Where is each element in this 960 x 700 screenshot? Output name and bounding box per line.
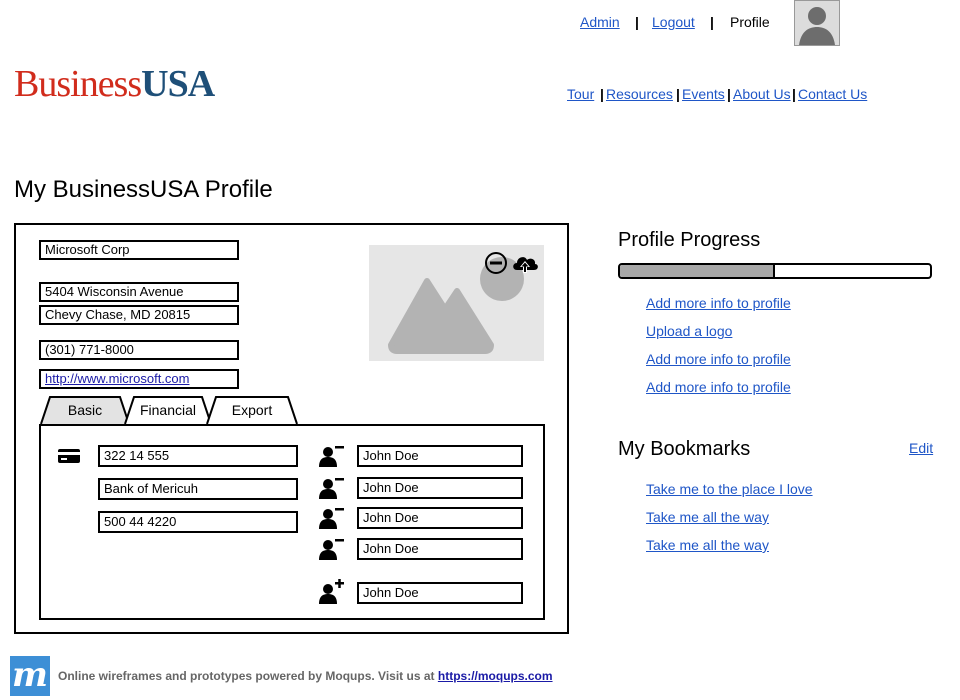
tab-export-label: Export [231,402,273,418]
bookmark-link-1[interactable]: Take me to the place I love [646,481,813,497]
nav-separator: | [710,14,714,30]
bookmarks-edit-link[interactable]: Edit [909,440,933,456]
upload-logo-link[interactable]: Upload a logo [646,323,732,339]
new-contact-field[interactable]: John Doe [357,582,523,604]
menu-contact-us[interactable]: Contact Us [798,86,867,102]
menu-resources[interactable]: Resources [606,86,673,102]
remove-user-icon[interactable] [318,444,346,468]
profile-progress-bar [618,263,932,279]
website-link[interactable]: http://www.microsoft.com [45,371,189,386]
phone-field[interactable]: (301) 771-8000 [39,340,239,360]
company-name-field[interactable]: Microsoft Corp [39,240,239,260]
tab-financial-label: Financial [139,402,197,418]
progress-link-4[interactable]: Add more info to profile [646,379,791,395]
bookmarks-title: My Bookmarks [618,438,751,460]
nav-separator: | [635,14,639,30]
menu-tour[interactable]: Tour [567,86,594,102]
progress-bar-fill [620,265,775,277]
moqups-footer: m Online wireframes and prototypes power… [0,656,960,696]
user-avatar-icon[interactable] [794,0,840,46]
remove-user-icon[interactable] [318,506,346,530]
logout-link[interactable]: Logout [652,14,695,30]
moqups-logo[interactable]: m [10,656,50,696]
upload-cloud-icon[interactable] [511,252,539,274]
progress-link-3[interactable]: Add more info to profile [646,351,791,367]
remove-user-icon[interactable] [318,537,346,561]
tab-basic[interactable]: Basic [40,396,130,424]
basic-field-1[interactable]: 322 14 555 [98,445,298,467]
address-line1-field[interactable]: 5404 Wisconsin Avenue [39,282,239,302]
address-line2-field[interactable]: Chevy Chase, MD 20815 [39,305,239,325]
remove-user-icon[interactable] [318,476,346,500]
basic-field-2[interactable]: Bank of Mericuh [98,478,298,500]
logo-business: Business [14,63,142,105]
bookmark-link-3[interactable]: Take me all the way [646,537,769,553]
menu-separator: | [792,86,796,102]
admin-link[interactable]: Admin [580,14,620,30]
remove-image-icon[interactable] [484,251,508,275]
moqups-link[interactable]: https://moqups.com [438,669,553,683]
menu-events[interactable]: Events [682,86,725,102]
contact-field-4[interactable]: John Doe [357,538,523,560]
website-field[interactable]: http://www.microsoft.com [39,369,239,389]
bookmark-link-2[interactable]: Take me all the way [646,509,769,525]
footer-text: Online wireframes and prototypes powered… [58,669,553,683]
menu-separator: | [600,86,604,102]
add-user-icon[interactable] [318,579,346,605]
tab-basic-label: Basic [67,402,103,418]
tab-export[interactable]: Export [206,396,298,424]
menu-separator: | [727,86,731,102]
menu-about-us[interactable]: About Us [733,86,791,102]
credit-card-icon [57,447,81,465]
businessusa-logo[interactable]: BusinessUSA [14,62,215,106]
profile-progress-title: Profile Progress [618,229,761,251]
page-title: My BusinessUSA Profile [14,176,273,203]
logo-usa: USA [141,63,215,105]
footer-message: Online wireframes and prototypes powered… [58,669,435,683]
tab-financial[interactable]: Financial [124,396,212,424]
profile-label: Profile [730,14,770,30]
basic-field-3[interactable]: 500 44 4220 [98,511,298,533]
contact-field-1[interactable]: John Doe [357,445,523,467]
menu-separator: | [676,86,680,102]
contact-field-3[interactable]: John Doe [357,507,523,529]
progress-link-1[interactable]: Add more info to profile [646,295,791,311]
contact-field-2[interactable]: John Doe [357,477,523,499]
